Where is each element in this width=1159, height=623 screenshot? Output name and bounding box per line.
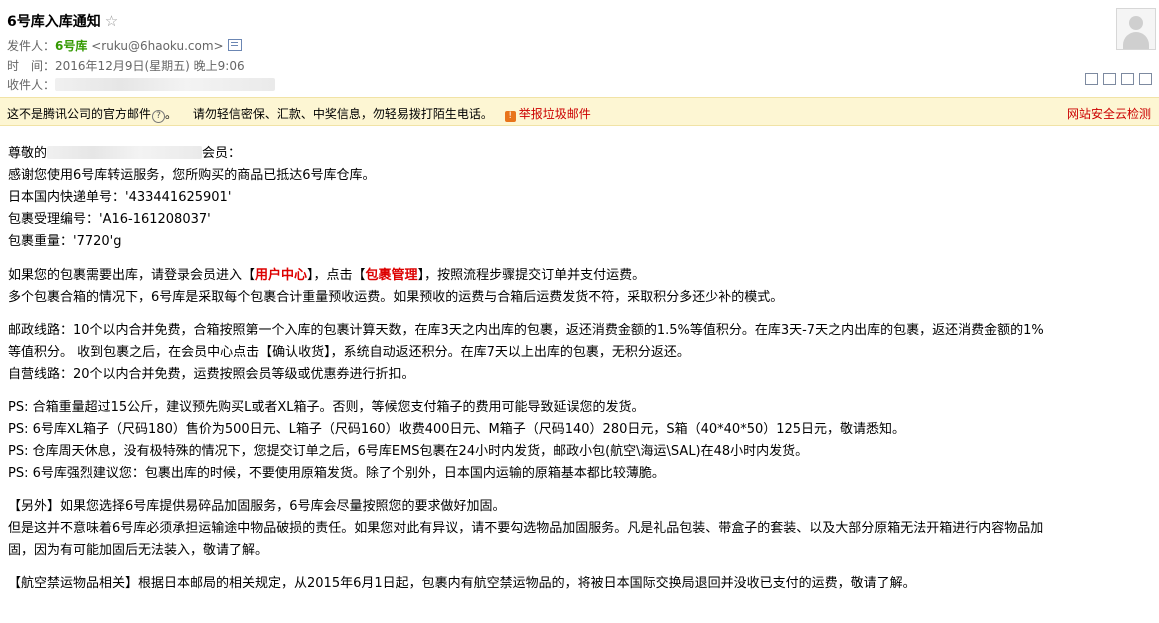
reinforcement-line-2: 但是这并不意味着6号库必须承担运输途中物品破损的责任。如果您对此有异议，请不要勾… [8,521,1044,536]
time-value: 2016年12月9日(星期五) 晚上9:06 [55,59,245,73]
report-label: 举报垃圾邮件 [518,107,591,121]
own-route-line: 自营线路：20个以内合并免费，运费按照会员等级或优惠券进行折扣。 [8,367,415,382]
recipient-label: 收件人： [7,78,56,92]
greeting-line: 尊敬的 会员： [8,143,1148,165]
security-warning-bar: 这不是腾讯公司的官方邮件?。 请勿轻信密保、汇款、中奖信息，勿轻易拨打陌生电话。… [0,97,1159,126]
contact-card-icon[interactable] [227,39,242,51]
security-check-link[interactable]: 网站安全云检测 [1067,105,1151,122]
time-row: 时 间：2016年12月9日(星期五) 晚上9:06 [7,57,245,74]
greeting-suffix: 会员： [202,146,242,161]
help-icon[interactable]: ? [152,110,166,123]
sender-label: 发件人： [7,39,56,53]
warning-tip: 请勿轻信密保、汇款、中奖信息，勿轻易拨打陌生电话。 [192,107,493,121]
mail-body: 尊敬的 会员： 感谢您使用6号库转运服务，您所购买的商品已抵达6号库仓库。 日本国… [8,143,1148,595]
avatar-head-shape [1129,16,1143,30]
expand-icon[interactable] [1139,73,1152,85]
member-name-redacted [47,146,203,159]
user-center-link[interactable]: 用户中心 [255,268,307,283]
warning-left: 这不是腾讯公司的官方邮件?。 请勿轻信密保、汇款、中奖信息，勿轻易拨打陌生电话。… [7,105,591,123]
postal-route-line-1: 邮政线路：10个以内合并免费，合箱按照第一个入库的包裹计算天数，在库3天之内出库… [8,323,1044,338]
instruction-text-1: 如果您的包裹需要出库，请登录会员进入【 [8,268,256,283]
report-icon: ! [504,111,516,122]
subject-text: 6号库入库通知 [7,14,101,30]
reinforcement-line-1: 【另外】如果您选择6号库提供易碎品加固服务，6号库会尽量按照您的要求做好加固。 [8,499,506,514]
ps-line-3: PS: 仓库周天休息，没有极特殊的情况下，您提交订单之后，6号库EMS包裹在24… [8,444,809,459]
greeting-prefix: 尊敬的 [8,146,48,161]
air-embargo-line: 【航空禁运物品相关】根据日本邮局的相关规定，从2015年6月1日起，包裹内有航空… [8,576,916,591]
mail-header: 6号库入库通知 ☆ 发件人：6号库 <ruku@6haoku.com> 时 间：2… [0,0,1159,97]
ps-line-2: PS: 6号库XL箱子（尺码180）售价为500日元、L箱子（尺码160）收费4… [8,422,906,437]
thanks-line: 感谢您使用6号库转运服务，您所购买的商品已抵达6号库仓库。 [8,168,376,183]
sender-name[interactable]: 6号库 [55,39,87,53]
package-id: 包裹受理编号：'A16-161208037' [8,212,211,227]
instruction-text-3: 】，按照流程步骤提交订单并支付运费。 [417,268,646,283]
sender-row: 发件人：6号库 <ruku@6haoku.com> [7,37,242,54]
avatar-body-shape [1123,32,1149,49]
save-icon[interactable] [1121,73,1134,85]
merge-shipping-note: 多个包裹合箱的情况下，6号库是采取每个包裹合计重量预收运费。如果预收的运费与合箱… [8,290,784,305]
warning-notice-end: 。 [165,107,178,121]
sender-avatar[interactable] [1116,8,1156,50]
instruction-text-2: 】，点击【 [307,268,366,283]
postal-route-line-2: 等值积分。 收到包裹之后，在会员中心点击【确认收货】，系统自动返还积分。在库7天… [8,345,690,360]
tracking-number: 日本国内快递单号：'433441625901' [8,190,232,205]
ps-line-1: PS: 合箱重量超过15公斤，建议预先购买L或者XL箱子。否则，等候您支付箱子的… [8,400,645,415]
new-window-icon[interactable] [1085,73,1098,85]
print-icon[interactable] [1103,73,1116,85]
time-label: 时 间： [7,59,56,73]
warning-notice: 这不是腾讯公司的官方邮件 [7,107,152,121]
checkout-instruction: 如果您的包裹需要出库，请登录会员进入【用户中心】，点击【包裹管理】，按照流程步骤… [8,265,1148,287]
mail-toolbar [1085,73,1152,85]
star-icon[interactable]: ☆ [105,12,118,30]
package-management-link[interactable]: 包裹管理 [366,268,418,283]
sender-address[interactable]: <ruku@6haoku.com> [91,39,223,53]
recipient-row: 收件人： [7,76,276,93]
reinforcement-line-3: 固，因为有可能加固后无法装入，敬请了解。 [8,543,269,558]
report-spam-link[interactable]: ! 举报垃圾邮件 [504,107,591,122]
ps-line-4: PS: 6号库强烈建议您：包裹出库的时候，不要使用原箱发货。除了个别外，日本国内… [8,466,665,481]
package-weight: 包裹重量：'7720'g [8,234,122,249]
mail-subject: 6号库入库通知 ☆ [7,11,118,31]
recipient-redacted [55,78,276,91]
